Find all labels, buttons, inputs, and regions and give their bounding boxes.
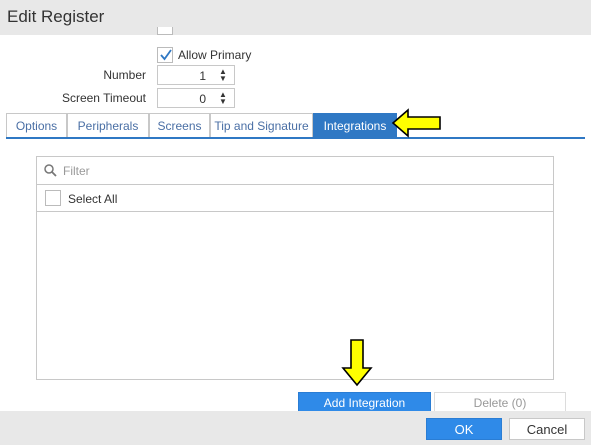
filter-row bbox=[37, 157, 553, 185]
screen-timeout-label: Screen Timeout bbox=[61, 91, 146, 105]
stepper-down-icon[interactable]: ▼ bbox=[218, 98, 228, 106]
select-all-row[interactable]: Select All bbox=[37, 185, 553, 212]
stepper-down-icon[interactable]: ▼ bbox=[218, 75, 228, 83]
search-icon bbox=[44, 164, 57, 177]
tab-integrations[interactable]: Integrations bbox=[313, 113, 397, 137]
number-stepper[interactable]: 1 ▲ ▼ bbox=[157, 65, 235, 85]
clipped-checkbox[interactable] bbox=[157, 27, 173, 35]
allow-primary-label: Allow Primary bbox=[178, 48, 252, 62]
tab-tip-and-signature[interactable]: Tip and Signature bbox=[210, 113, 313, 137]
tab-underline bbox=[6, 137, 585, 139]
tab-peripherals[interactable]: Peripherals bbox=[67, 113, 149, 137]
ok-button[interactable]: OK bbox=[426, 418, 502, 440]
number-value: 1 bbox=[199, 69, 206, 83]
cancel-button[interactable]: Cancel bbox=[509, 418, 585, 440]
annotation-arrow-left-icon bbox=[391, 108, 441, 138]
number-label: Number bbox=[103, 68, 146, 82]
stepper-arrows[interactable]: ▲ ▼ bbox=[218, 68, 228, 83]
screen-timeout-value: 0 bbox=[199, 92, 206, 106]
tab-screens[interactable]: Screens bbox=[149, 113, 210, 137]
allow-primary-row[interactable]: Allow Primary bbox=[157, 46, 251, 64]
annotation-arrow-down-icon bbox=[341, 339, 373, 387]
integrations-list-panel: Select All bbox=[36, 156, 554, 380]
allow-primary-checkbox[interactable] bbox=[157, 47, 173, 63]
clipped-checkbox-row bbox=[157, 27, 357, 37]
tab-options[interactable]: Options bbox=[6, 113, 67, 137]
filter-input[interactable] bbox=[63, 162, 543, 180]
screen-timeout-stepper[interactable]: 0 ▲ ▼ bbox=[157, 88, 235, 108]
select-all-checkbox[interactable] bbox=[45, 190, 61, 206]
dialog-footer bbox=[0, 411, 591, 445]
checkmark-icon bbox=[160, 49, 172, 61]
select-all-label: Select All bbox=[68, 192, 118, 206]
dialog-title: Edit Register bbox=[7, 7, 105, 26]
stepper-arrows[interactable]: ▲ ▼ bbox=[218, 91, 228, 106]
